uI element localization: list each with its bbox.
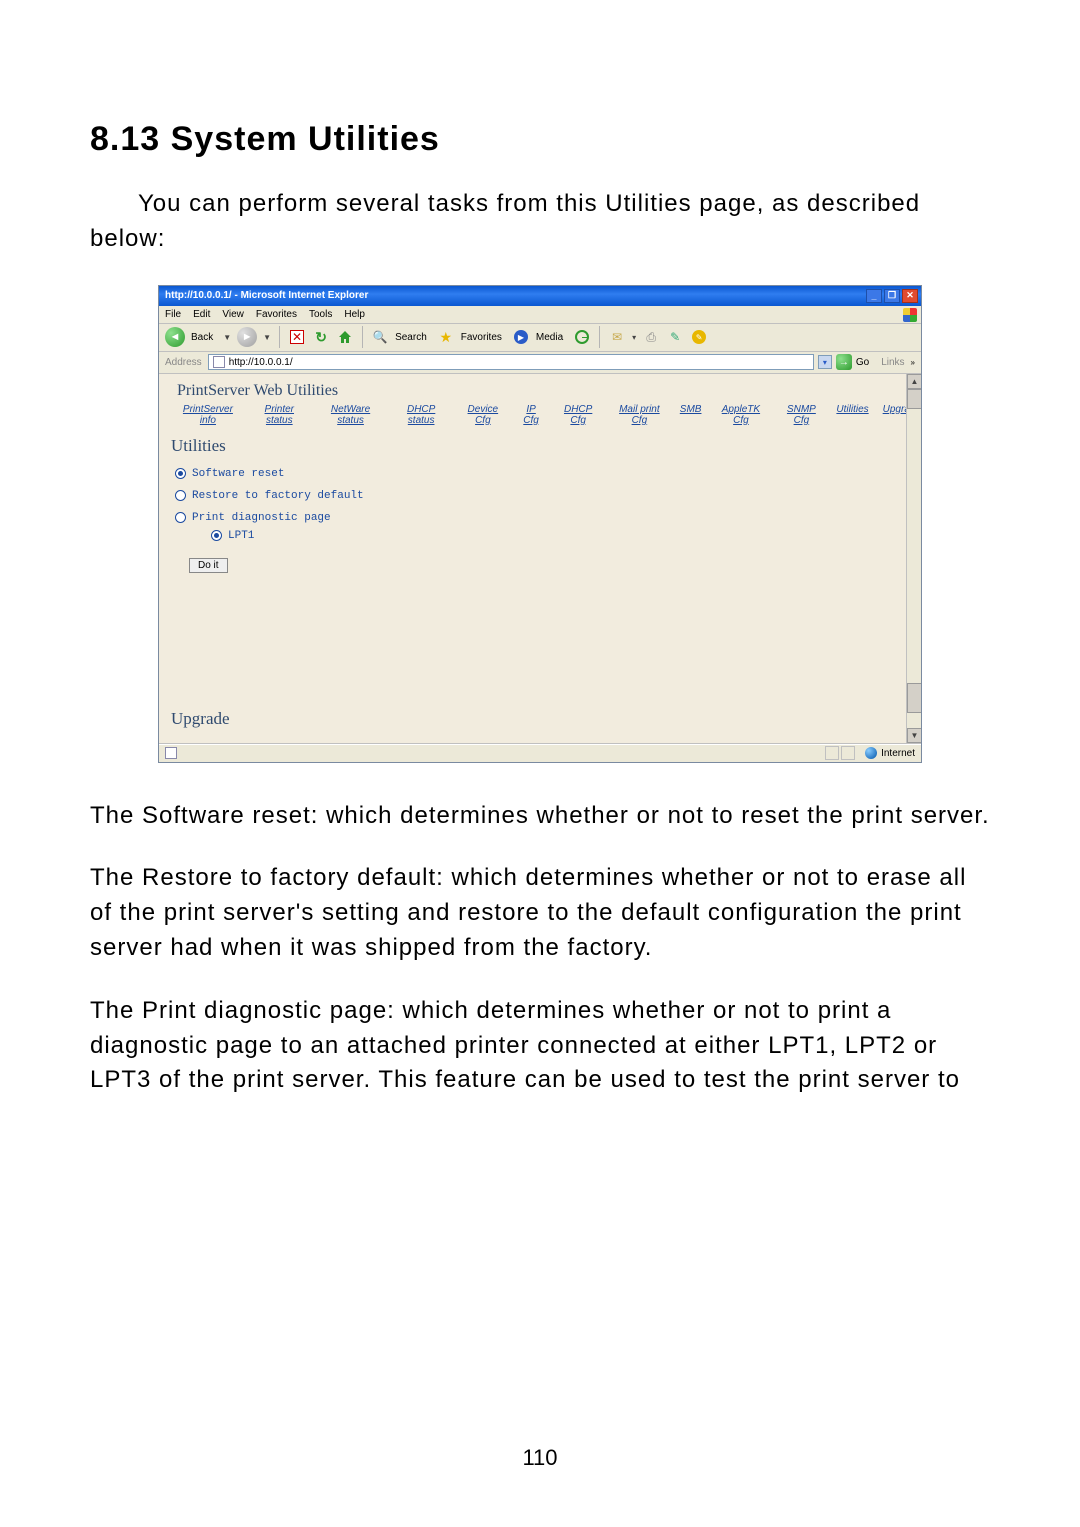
address-value: http://10.0.0.1/ — [229, 357, 293, 368]
do-it-button[interactable]: Do it — [189, 558, 228, 573]
search-label: Search — [395, 332, 427, 343]
nav-printer-status[interactable]: Printer status — [253, 404, 306, 426]
stop-icon[interactable]: ✕ — [288, 328, 306, 346]
printserver-nav: PrintServer info Printer status NetWare … — [159, 402, 921, 436]
favorites-icon[interactable]: ★ — [437, 328, 455, 346]
minimize-button[interactable]: _ — [866, 289, 882, 303]
home-icon[interactable] — [336, 328, 354, 346]
nav-dhcp-cfg[interactable]: DHCP Cfg — [557, 404, 599, 426]
status-bar: Internet — [159, 744, 921, 762]
nav-dhcp-status[interactable]: DHCP status — [395, 404, 447, 426]
links-more-icon[interactable]: » — [911, 358, 915, 367]
option-print-diagnostic[interactable]: Print diagnostic page — [175, 512, 921, 524]
status-slot — [841, 746, 855, 760]
go-label: Go — [856, 357, 869, 368]
screenshot-browser-window: http://10.0.0.1/ - Microsoft Internet Ex… — [158, 285, 922, 763]
label-restore-default: Restore to factory default — [192, 490, 364, 502]
search-icon[interactable]: 🔍 — [371, 328, 389, 346]
upgrade-section-title: Upgrade — [171, 709, 230, 729]
forward-button[interactable]: ► — [237, 327, 257, 347]
menu-file[interactable]: File — [165, 309, 181, 320]
label-lpt1: LPT1 — [228, 530, 254, 542]
address-bar: Address http://10.0.0.1/ ▾ → Go Links » — [159, 352, 921, 374]
radio-software-reset[interactable] — [175, 468, 186, 479]
links-label[interactable]: Links — [881, 357, 904, 368]
menu-favorites[interactable]: Favorites — [256, 309, 297, 320]
scroll-up-button[interactable]: ▲ — [907, 374, 921, 389]
nav-snmp-cfg[interactable]: SNMP Cfg — [780, 404, 822, 426]
page-content: PrintServer Web Utilities PrintServer in… — [159, 374, 921, 744]
radio-restore-default[interactable] — [175, 490, 186, 501]
window-titlebar: http://10.0.0.1/ - Microsoft Internet Ex… — [159, 286, 921, 306]
nav-printserver-info[interactable]: PrintServer info — [177, 404, 239, 426]
menu-tools[interactable]: Tools — [309, 309, 332, 320]
internet-zone-label: Internet — [881, 748, 915, 759]
go-button[interactable]: → — [836, 354, 852, 370]
mail-icon[interactable]: ✉ — [608, 328, 626, 346]
label-software-reset: Software reset — [192, 468, 284, 480]
address-label: Address — [165, 357, 202, 368]
back-dropdown-icon[interactable]: ▼ — [223, 333, 231, 342]
nav-device-cfg[interactable]: Device Cfg — [461, 404, 505, 426]
scrollbar[interactable]: ▲ ▼ — [906, 374, 921, 743]
option-lpt1[interactable]: LPT1 — [211, 530, 921, 542]
address-dropdown-icon[interactable]: ▾ — [818, 355, 832, 369]
menu-help[interactable]: Help — [344, 309, 365, 320]
radio-lpt1[interactable] — [211, 530, 222, 541]
page-icon — [213, 356, 225, 368]
option-restore-default[interactable]: Restore to factory default — [175, 490, 921, 502]
status-page-icon — [165, 747, 177, 759]
windows-logo-icon — [903, 308, 917, 322]
utilities-section-title: Utilities — [159, 436, 921, 456]
menu-bar: File Edit View Favorites Tools Help — [159, 306, 921, 324]
address-input[interactable]: http://10.0.0.1/ — [208, 354, 814, 370]
nav-ip-cfg[interactable]: IP Cfg — [519, 404, 544, 426]
menu-view[interactable]: View — [222, 309, 244, 320]
internet-zone-icon — [865, 747, 877, 759]
discuss-icon[interactable]: ✎ — [690, 328, 708, 346]
maximize-button[interactable]: ❐ — [884, 289, 900, 303]
nav-mail-print-cfg[interactable]: Mail print Cfg — [613, 404, 666, 426]
scroll-down-button[interactable]: ▼ — [907, 728, 921, 743]
page-number: 110 — [0, 1445, 1080, 1471]
media-icon[interactable]: ▶ — [512, 328, 530, 346]
print-diagnostic-paragraph: The Print diagnostic page: which determi… — [90, 994, 990, 1098]
scroll-thumb-top[interactable] — [907, 389, 921, 409]
scroll-thumb-bottom[interactable] — [907, 683, 921, 713]
section-heading: 8.13 System Utilities — [90, 120, 990, 159]
option-software-reset[interactable]: Software reset — [175, 468, 921, 480]
close-button[interactable]: ✕ — [902, 289, 918, 303]
software-reset-paragraph: The Software reset: which determines whe… — [90, 799, 990, 834]
edit-icon[interactable]: ✎ — [666, 328, 684, 346]
toolbar: ◄ Back ▼ ► ▼ ✕ ↻ 🔍 Search ★ Favorites ▶ … — [159, 324, 921, 352]
nav-utilities[interactable]: Utilities — [836, 404, 868, 426]
mail-dropdown-icon[interactable]: ▾ — [632, 333, 636, 342]
intro-paragraph: You can perform several tasks from this … — [90, 187, 990, 257]
back-label: Back — [191, 332, 213, 343]
back-button[interactable]: ◄ — [165, 327, 185, 347]
restore-default-paragraph: The Restore to factory default: which de… — [90, 861, 990, 965]
status-slot — [825, 746, 839, 760]
forward-dropdown-icon[interactable]: ▼ — [263, 333, 271, 342]
nav-netware-status[interactable]: NetWare status — [320, 404, 382, 426]
refresh-icon[interactable]: ↻ — [312, 328, 330, 346]
printserver-heading: PrintServer Web Utilities — [159, 374, 921, 402]
window-title: http://10.0.0.1/ - Microsoft Internet Ex… — [165, 290, 368, 301]
media-label: Media — [536, 332, 563, 343]
history-icon[interactable] — [573, 328, 591, 346]
menu-edit[interactable]: Edit — [193, 309, 210, 320]
radio-print-diagnostic[interactable] — [175, 512, 186, 523]
favorites-label: Favorites — [461, 332, 502, 343]
print-icon[interactable]: ⎙ — [642, 328, 660, 346]
nav-smb[interactable]: SMB — [680, 404, 702, 426]
nav-appletalk-cfg[interactable]: AppleTK Cfg — [715, 404, 766, 426]
label-print-diagnostic: Print diagnostic page — [192, 512, 331, 524]
